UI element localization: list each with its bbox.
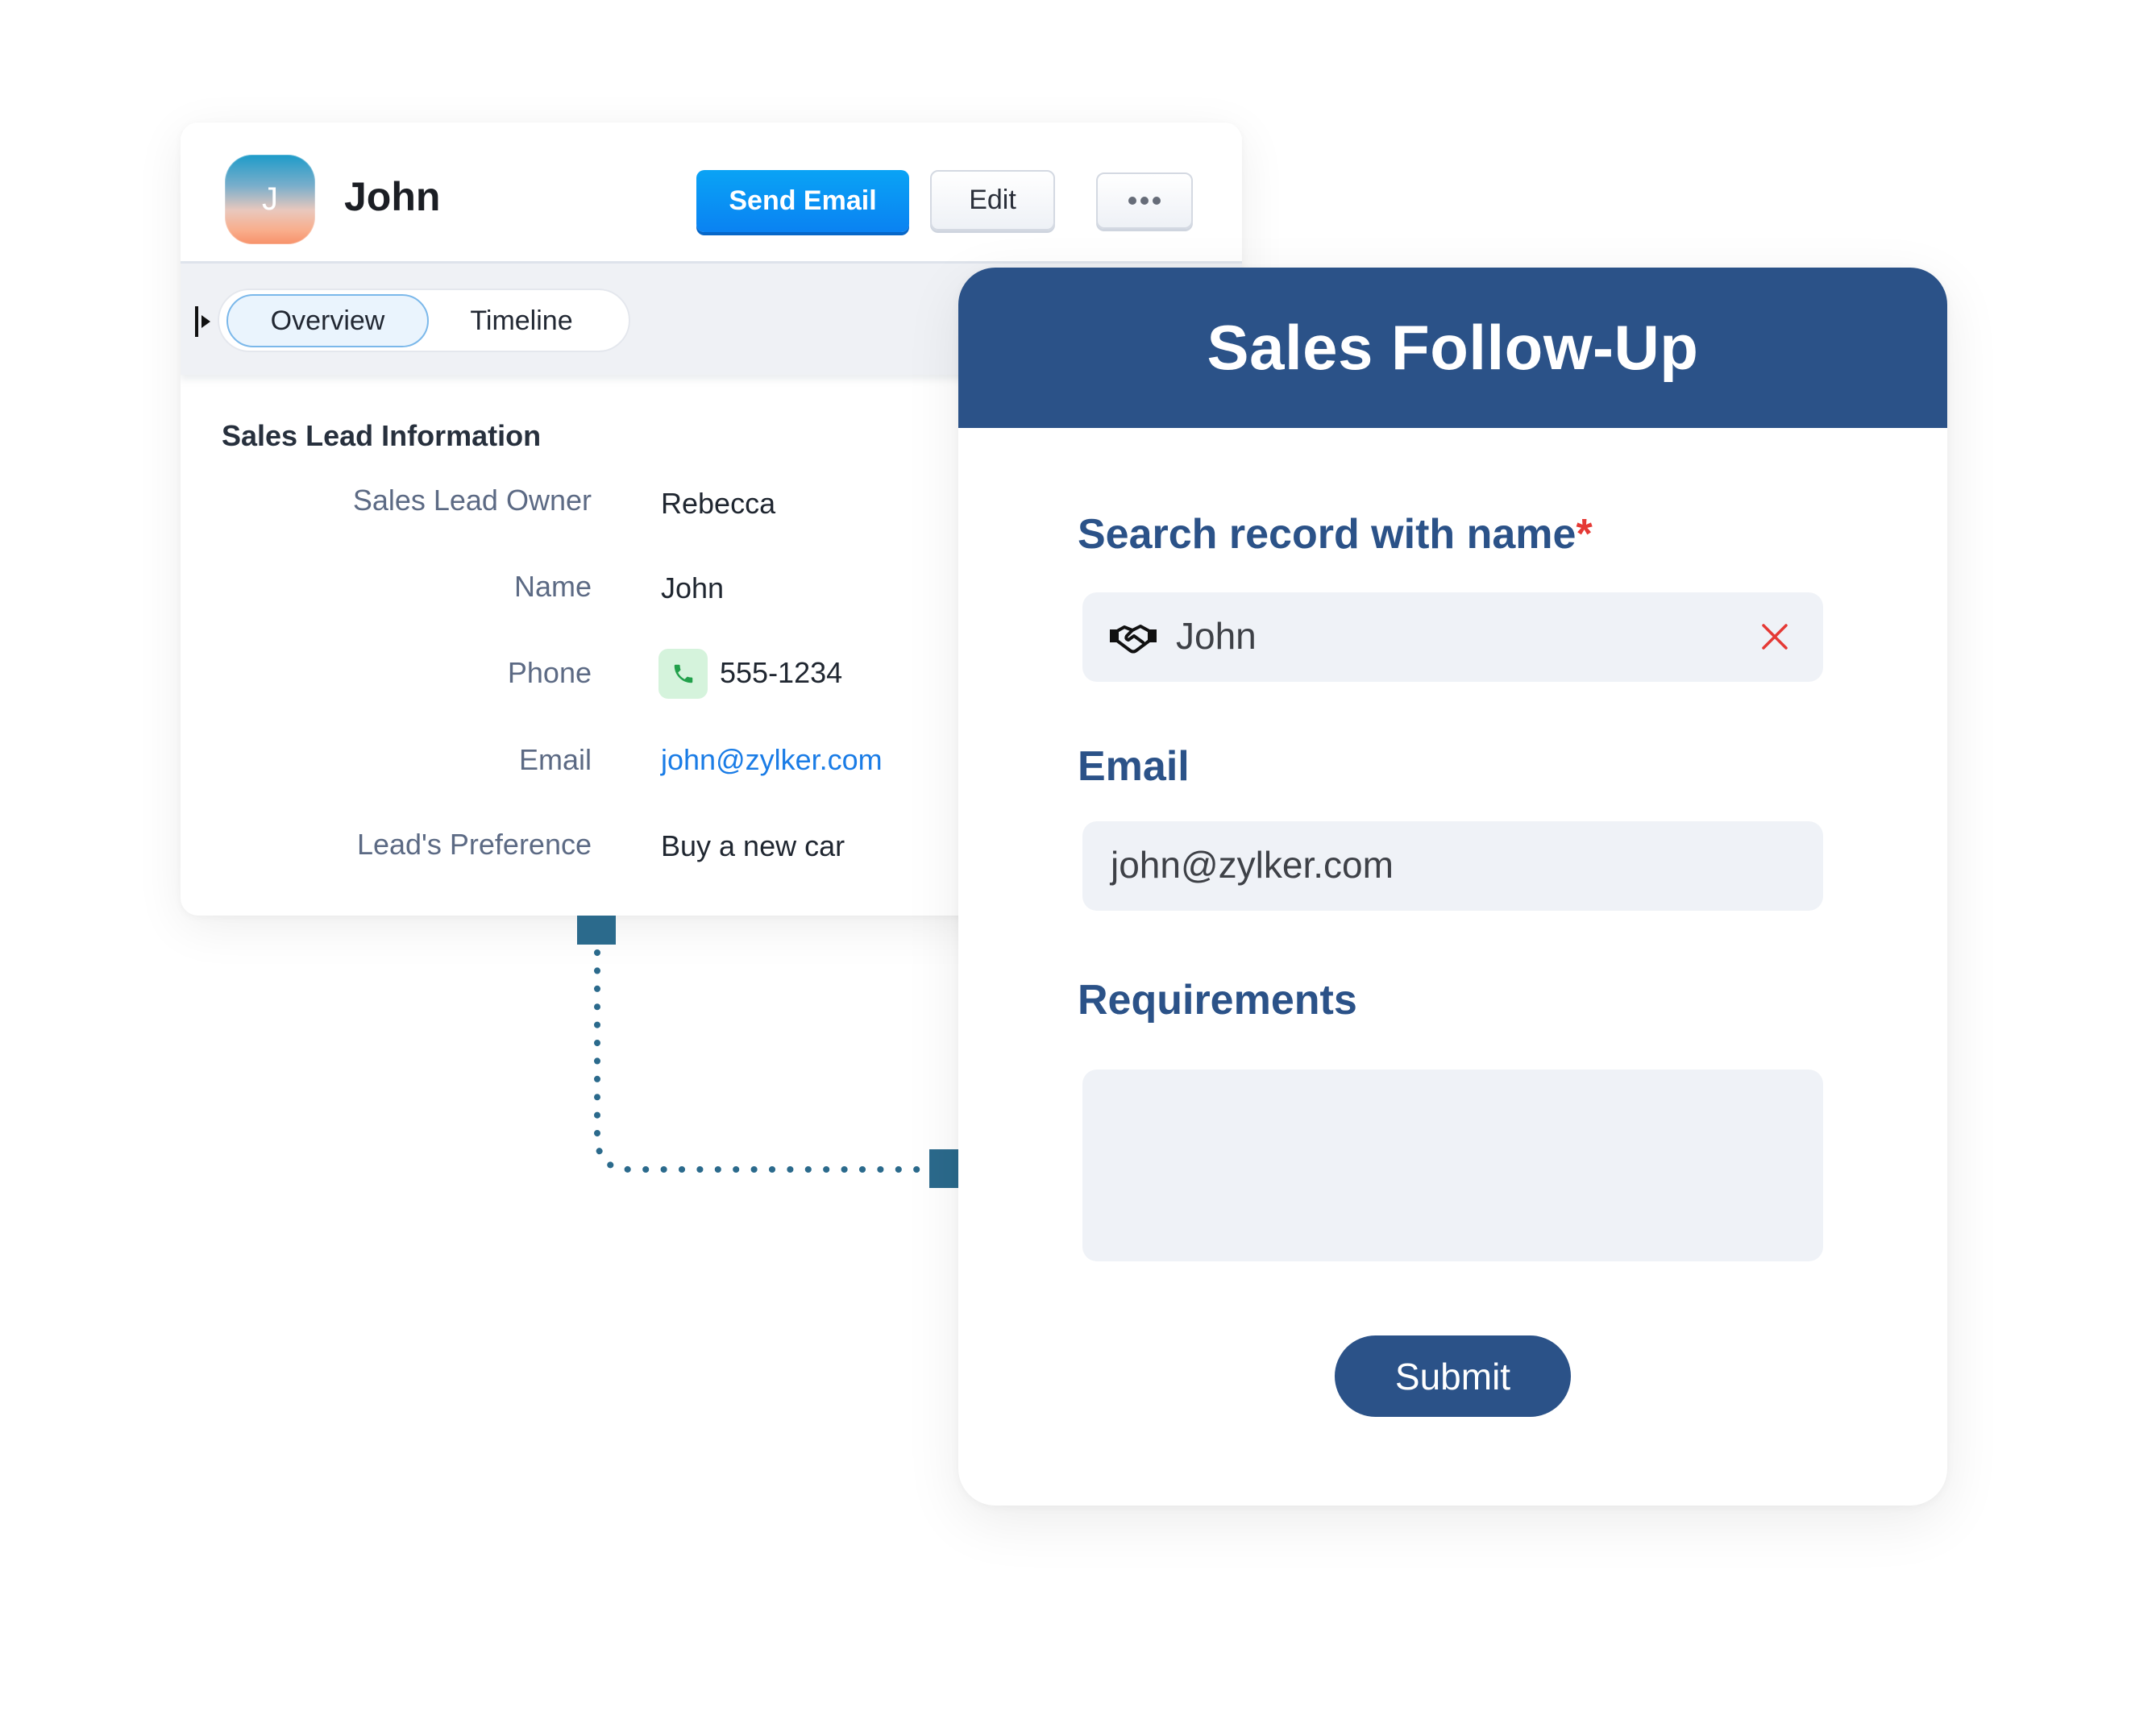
requirements-textarea[interactable] <box>1082 1070 1823 1261</box>
send-email-button[interactable]: Send Email <box>696 170 909 232</box>
handshake-icon <box>1110 625 1157 654</box>
connector-dotted-line <box>594 949 938 1173</box>
record-to-form-connector <box>577 916 958 1188</box>
email-input-value: john@zylker.com <box>1111 844 1394 886</box>
tab-timeline[interactable]: Timeline <box>441 294 602 347</box>
field-label-email: Email <box>518 743 592 776</box>
email-input[interactable]: john@zylker.com <box>1082 821 1823 911</box>
sales-follow-up-form: Sales Follow-Up Search record with name*… <box>958 268 1947 1506</box>
more-actions-button[interactable] <box>1096 172 1193 229</box>
record-title: John <box>344 174 441 219</box>
field-label-name: Name <box>513 570 592 603</box>
field-label-preference: Lead's Preference <box>356 828 592 861</box>
field-value-phone: 555-1234 <box>720 656 843 689</box>
form-title: Sales Follow-Up <box>1207 312 1699 383</box>
submit-button[interactable]: Submit <box>1335 1335 1571 1417</box>
ellipsis-icon <box>1127 195 1163 207</box>
record-header: J John Send Email Edit <box>181 123 1242 264</box>
connector-end-node <box>929 1149 958 1188</box>
field-value-name: John <box>661 571 725 604</box>
search-record-input[interactable]: John <box>1082 592 1823 682</box>
field-label-phone: Phone <box>507 656 592 689</box>
field-value-preference: Buy a new car <box>661 829 845 862</box>
phone-call-button[interactable] <box>658 649 708 699</box>
section-title: Sales Lead Information <box>222 419 542 452</box>
phone-icon <box>674 664 692 683</box>
form-header: Sales Follow-Up <box>958 268 1947 428</box>
email-label: Email <box>1078 743 1190 790</box>
connector-start-node <box>577 916 616 945</box>
field-value-owner: Rebecca <box>661 487 776 520</box>
required-marker: * <box>1576 511 1593 558</box>
field-value-email-link[interactable]: john@zylker.com <box>661 743 883 777</box>
field-label-owner: Sales Lead Owner <box>352 484 592 517</box>
avatar: J <box>225 155 315 244</box>
search-record-label-text: Search record with name <box>1078 511 1576 558</box>
sidebar-toggle-icon[interactable] <box>195 306 213 337</box>
edit-button[interactable]: Edit <box>930 170 1055 231</box>
tab-overview[interactable]: Overview <box>226 294 429 347</box>
clear-icon[interactable] <box>1759 621 1791 653</box>
requirements-label: Requirements <box>1078 977 1357 1024</box>
tab-group: Overview Timeline <box>218 289 630 352</box>
search-record-label: Search record with name* <box>1078 510 1593 559</box>
search-record-value: John <box>1176 615 1257 657</box>
